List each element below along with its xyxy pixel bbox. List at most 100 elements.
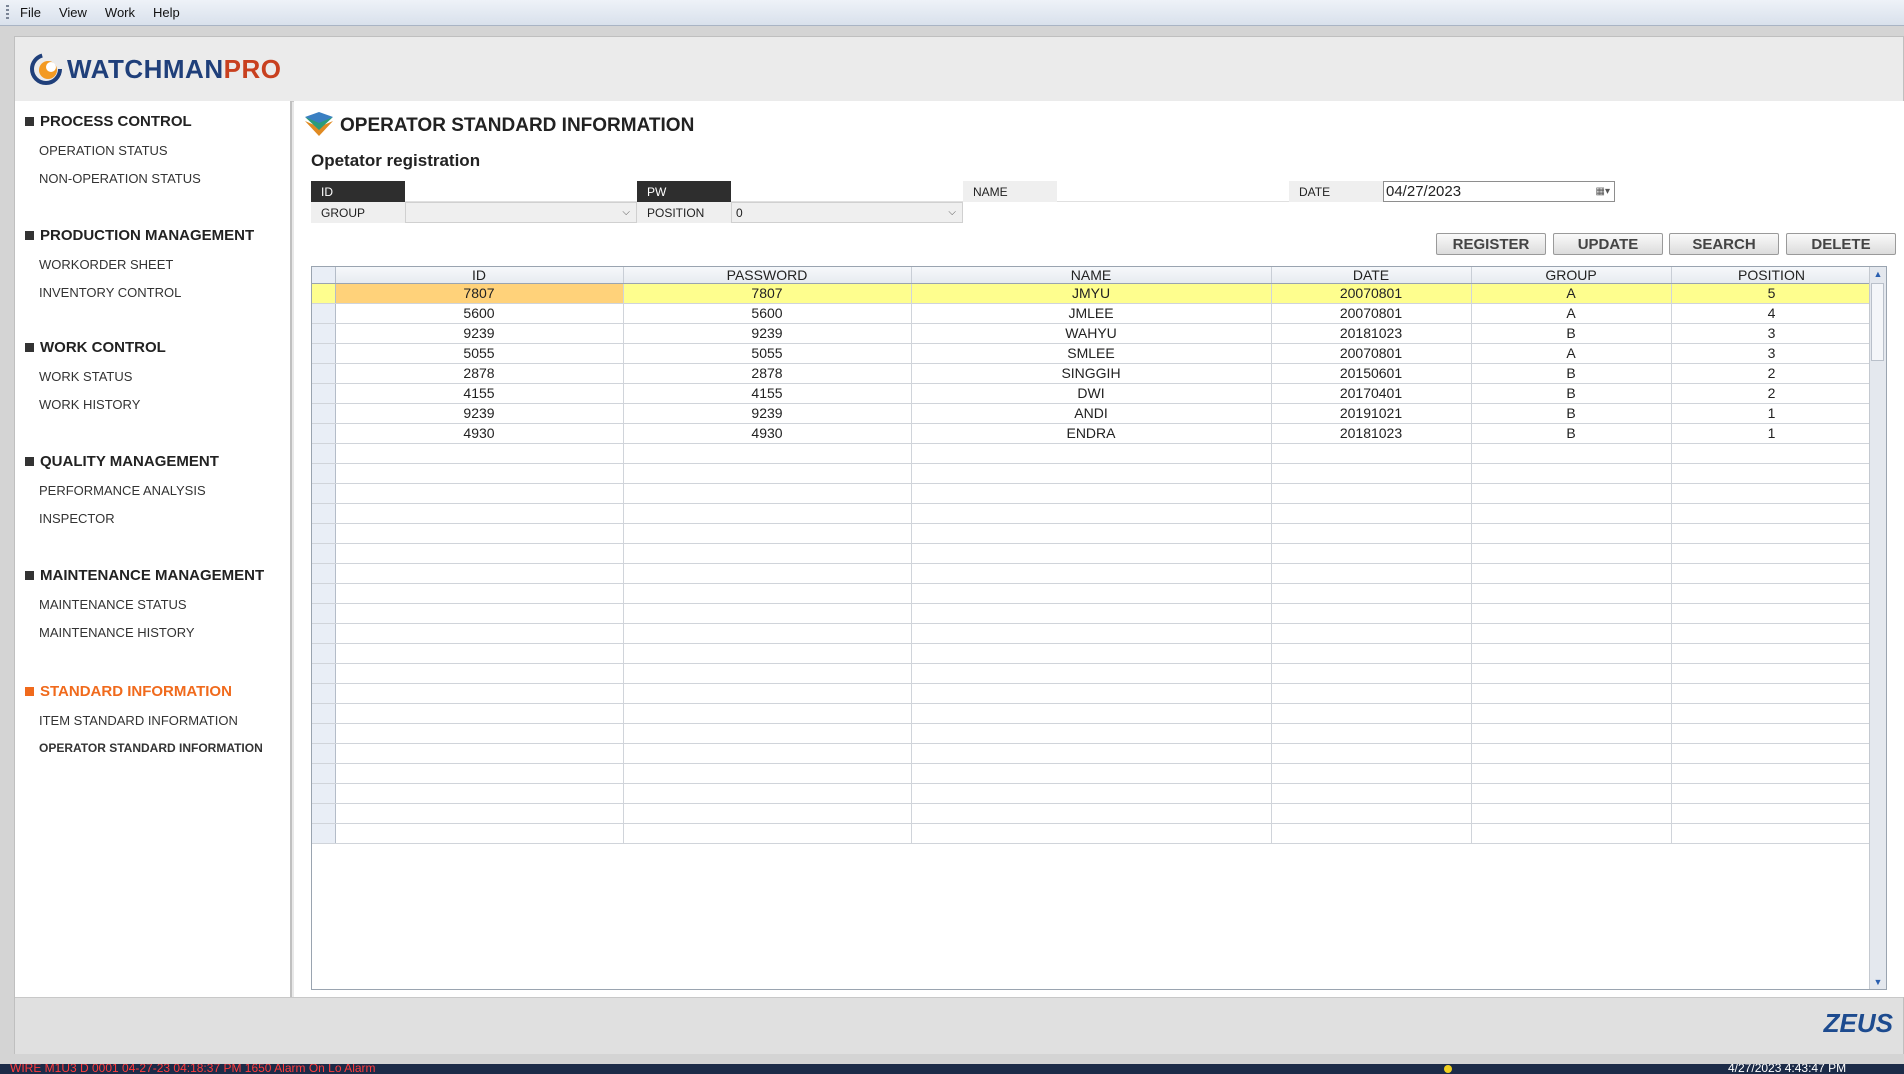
table-cell[interactable] <box>335 503 624 524</box>
column-header-name[interactable]: NAME <box>911 267 1272 284</box>
table-row[interactable]: 7807 7807 JMYU 20070801 A 5 <box>312 283 1873 304</box>
row-header[interactable] <box>312 383 336 404</box>
row-header[interactable] <box>312 303 336 324</box>
table-cell[interactable] <box>1271 763 1472 784</box>
sidebar-item-maintenance-history[interactable]: MAINTENANCE HISTORY <box>39 625 264 640</box>
table-cell[interactable] <box>1271 743 1472 764</box>
select-all-corner[interactable] <box>312 267 336 284</box>
table-cell[interactable] <box>623 683 912 704</box>
row-header[interactable] <box>312 463 336 484</box>
table-row[interactable]: 5055 5055 SMLEE 20070801 A 3 <box>312 343 1873 364</box>
table-cell[interactable] <box>1471 723 1672 744</box>
table-cell[interactable] <box>1671 823 1873 844</box>
row-header[interactable] <box>312 483 336 504</box>
table-cell[interactable] <box>1271 543 1472 564</box>
section-title-active[interactable]: STANDARD INFORMATION <box>25 683 263 700</box>
table-cell[interactable]: SINGGIH <box>911 363 1272 384</box>
table-cell[interactable]: A <box>1471 283 1672 304</box>
table-cell[interactable] <box>1471 503 1672 524</box>
table-cell[interactable] <box>1671 563 1873 584</box>
table-cell[interactable] <box>911 703 1272 724</box>
table-cell[interactable] <box>1271 583 1472 604</box>
table-cell[interactable] <box>623 823 912 844</box>
row-header[interactable] <box>312 723 336 744</box>
table-cell[interactable]: JMLEE <box>911 303 1272 324</box>
table-cell[interactable]: 5055 <box>335 343 624 364</box>
table-cell[interactable] <box>335 583 624 604</box>
table-cell[interactable]: A <box>1471 303 1672 324</box>
table-cell[interactable] <box>911 503 1272 524</box>
table-cell[interactable] <box>911 823 1272 844</box>
table-cell[interactable] <box>1271 443 1472 464</box>
row-header[interactable] <box>312 703 336 724</box>
table-cell[interactable]: 5600 <box>623 303 912 324</box>
table-cell[interactable] <box>911 543 1272 564</box>
table-cell[interactable]: B <box>1471 363 1672 384</box>
table-cell[interactable] <box>1271 623 1472 644</box>
empty-row[interactable] <box>312 643 1873 664</box>
empty-row[interactable] <box>312 583 1873 604</box>
table-cell[interactable] <box>911 743 1272 764</box>
update-button[interactable]: UPDATE <box>1553 233 1663 255</box>
table-cell[interactable] <box>335 523 624 544</box>
table-cell[interactable]: 2878 <box>623 363 912 384</box>
register-button[interactable]: REGISTER <box>1436 233 1546 255</box>
table-cell[interactable]: 20181023 <box>1271 323 1472 344</box>
table-cell[interactable] <box>911 463 1272 484</box>
table-cell[interactable]: 4 <box>1671 303 1873 324</box>
table-cell[interactable]: A <box>1471 343 1672 364</box>
sidebar-item-operation-status[interactable]: OPERATION STATUS <box>39 143 201 158</box>
table-cell[interactable] <box>1271 503 1472 524</box>
row-header[interactable] <box>312 643 336 664</box>
calendar-dropdown-icon[interactable]: ▦▾ <box>1596 186 1610 197</box>
table-cell[interactable] <box>623 783 912 804</box>
table-cell[interactable] <box>911 723 1272 744</box>
row-header[interactable] <box>312 623 336 644</box>
search-button[interactable]: SEARCH <box>1669 233 1779 255</box>
table-cell[interactable] <box>1471 463 1672 484</box>
table-cell[interactable] <box>1271 683 1472 704</box>
empty-row[interactable] <box>312 443 1873 464</box>
table-cell[interactable]: 20070801 <box>1271 283 1472 304</box>
empty-row[interactable] <box>312 683 1873 704</box>
section-title[interactable]: PRODUCTION MANAGEMENT <box>25 227 254 244</box>
name-input[interactable] <box>1057 181 1289 202</box>
row-header[interactable] <box>312 543 336 564</box>
table-cell[interactable] <box>1671 683 1873 704</box>
table-cell[interactable]: SMLEE <box>911 343 1272 364</box>
table-cell[interactable] <box>1671 523 1873 544</box>
table-cell[interactable] <box>1471 603 1672 624</box>
table-cell[interactable]: 4930 <box>623 423 912 444</box>
table-cell[interactable] <box>335 663 624 684</box>
sidebar-item-work-history[interactable]: WORK HISTORY <box>39 397 166 412</box>
table-cell[interactable]: 3 <box>1671 343 1873 364</box>
table-cell[interactable] <box>623 643 912 664</box>
table-cell[interactable]: WAHYU <box>911 323 1272 344</box>
table-cell[interactable] <box>1671 503 1873 524</box>
table-cell[interactable]: 7807 <box>335 283 624 304</box>
row-header[interactable] <box>312 823 336 844</box>
table-cell[interactable]: 20170401 <box>1271 383 1472 404</box>
column-header-position[interactable]: POSITION <box>1671 267 1873 284</box>
empty-row[interactable] <box>312 463 1873 484</box>
sidebar-item-inventory-control[interactable]: INVENTORY CONTROL <box>39 285 254 300</box>
empty-row[interactable] <box>312 663 1873 684</box>
table-cell[interactable] <box>1271 563 1472 584</box>
table-cell[interactable] <box>1471 543 1672 564</box>
table-cell[interactable] <box>1271 483 1472 504</box>
row-header[interactable] <box>312 283 336 304</box>
table-cell[interactable]: 9239 <box>335 323 624 344</box>
table-cell[interactable] <box>623 803 912 824</box>
table-cell[interactable] <box>623 503 912 524</box>
sidebar-item-inspector[interactable]: INSPECTOR <box>39 511 219 526</box>
sidebar-item-non-operation-status[interactable]: NON-OPERATION STATUS <box>39 171 201 186</box>
table-cell[interactable] <box>335 643 624 664</box>
grid-vertical-scrollbar[interactable]: ▲ ▼ <box>1869 267 1886 989</box>
column-header-password[interactable]: PASSWORD <box>623 267 912 284</box>
table-cell[interactable] <box>335 783 624 804</box>
table-cell[interactable] <box>1671 743 1873 764</box>
table-cell[interactable]: 9239 <box>335 403 624 424</box>
sidebar-item-workorder-sheet[interactable]: WORKORDER SHEET <box>39 257 254 272</box>
id-input[interactable] <box>405 181 637 202</box>
table-cell[interactable] <box>1671 603 1873 624</box>
